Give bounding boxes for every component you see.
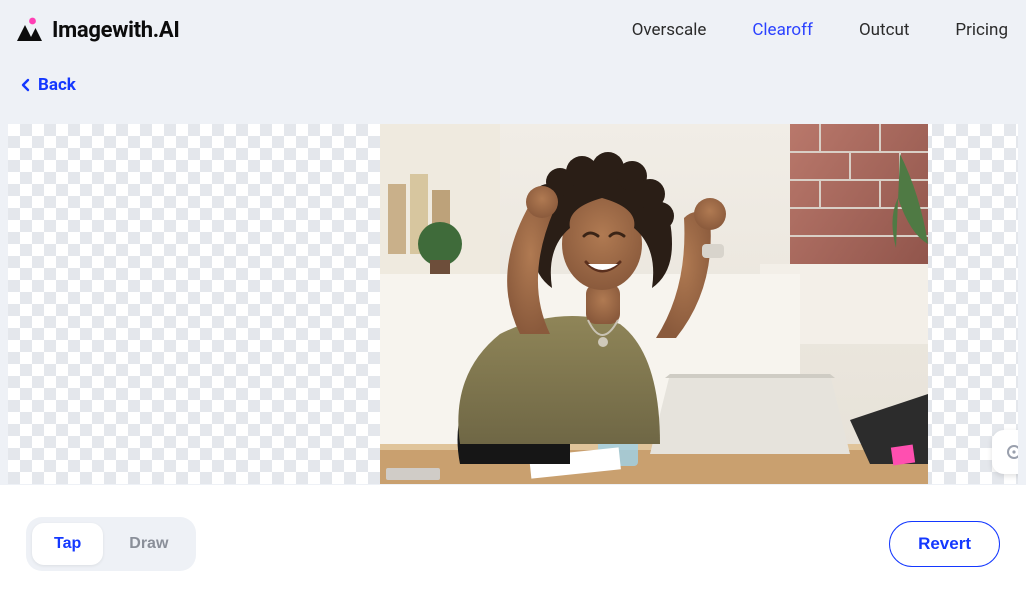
nav-overscale[interactable]: Overscale bbox=[632, 20, 707, 40]
nav-outcut[interactable]: Outcut bbox=[859, 20, 909, 40]
mode-segmented-control: Tap Draw bbox=[26, 517, 196, 571]
brand-name: Imagewith.AI bbox=[52, 18, 179, 43]
main-nav: Overscale Clearoff Outcut Pricing bbox=[632, 20, 1012, 40]
brand-logo[interactable]: Imagewith.AI bbox=[14, 15, 179, 45]
revert-button[interactable]: Revert bbox=[889, 521, 1000, 567]
target-icon bbox=[1004, 442, 1018, 462]
back-button[interactable]: Back bbox=[20, 75, 76, 95]
edited-image bbox=[380, 124, 928, 484]
nav-clearoff[interactable]: Clearoff bbox=[752, 20, 813, 40]
chevron-left-icon bbox=[20, 78, 32, 92]
floating-action-button[interactable] bbox=[992, 430, 1018, 474]
logo-icon bbox=[14, 15, 44, 45]
nav-pricing[interactable]: Pricing bbox=[955, 20, 1008, 40]
mode-tap-button[interactable]: Tap bbox=[32, 523, 103, 565]
mode-draw-button[interactable]: Draw bbox=[107, 523, 190, 565]
bottom-toolbar: Tap Draw Revert bbox=[0, 485, 1026, 603]
back-label: Back bbox=[38, 75, 76, 95]
image-canvas[interactable] bbox=[8, 124, 1018, 484]
